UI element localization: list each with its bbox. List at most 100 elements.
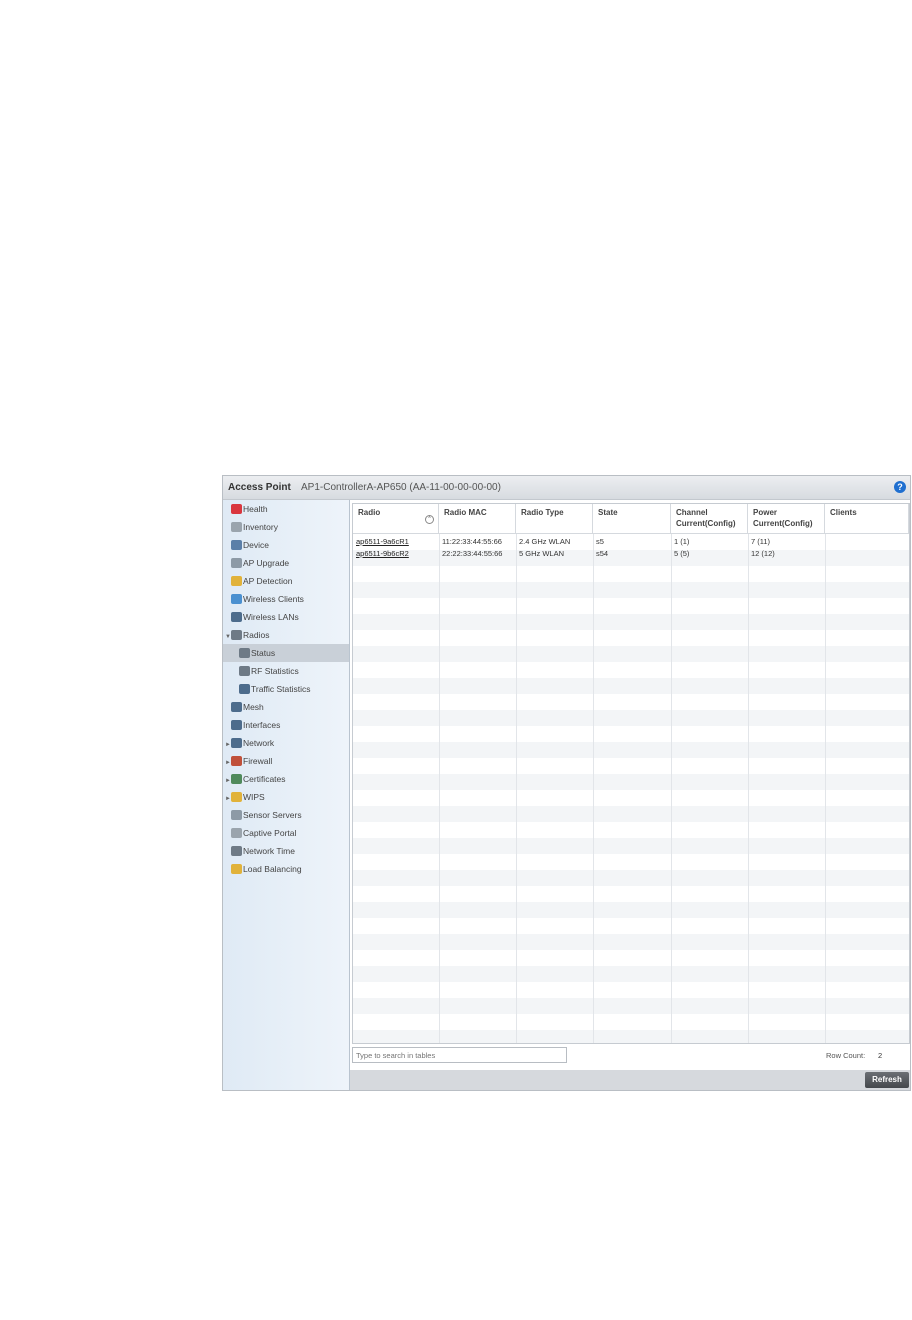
sidebar-item-ap-upgrade[interactable]: AP Upgrade bbox=[223, 554, 347, 572]
column-header-channel[interactable]: Channel Current(Config) bbox=[671, 504, 748, 534]
sidebar-nav: Health Inventory Device AP Upgrade AP Detect… bbox=[223, 500, 350, 1090]
column-header-clients[interactable]: Clients bbox=[825, 504, 909, 534]
column-header-label: Radio Type bbox=[521, 508, 564, 517]
sidebar-item-label: Status bbox=[251, 648, 276, 658]
table-cell: 1 (1) bbox=[674, 537, 690, 546]
sidebar-item-mesh[interactable]: Mesh bbox=[223, 698, 347, 716]
sidebar-item-label: Certificates bbox=[243, 774, 286, 784]
column-divider bbox=[748, 534, 749, 1043]
sidebar-item-label: Wireless Clients bbox=[243, 594, 304, 604]
sidebar-item-label: Mesh bbox=[243, 702, 264, 712]
traffic-statistics-icon bbox=[239, 684, 250, 694]
sidebar-item-network-time[interactable]: Network Time bbox=[223, 842, 347, 860]
column-header-label: Clients bbox=[830, 508, 857, 517]
table-cell: 2.4 GHz WLAN bbox=[519, 537, 571, 546]
radios-icon bbox=[231, 630, 242, 640]
access-point-window: Access Point AP1-ControllerA-AP650 (AA-1… bbox=[222, 475, 911, 1091]
sidebar-item-label: Network bbox=[243, 738, 275, 748]
health-icon bbox=[231, 504, 242, 514]
column-header-radio-mac[interactable]: Radio MAC bbox=[439, 504, 516, 534]
sidebar-item-wireless-clients[interactable]: Wireless Clients bbox=[223, 590, 347, 608]
radio-link[interactable]: ap6511-9b6cR2 bbox=[356, 548, 409, 559]
column-header-power[interactable]: Power Current(Config) bbox=[748, 504, 825, 534]
table-cell: 5 (5) bbox=[674, 549, 690, 558]
table-cell: 7 (11) bbox=[751, 537, 771, 546]
sidebar-item-sensor-servers[interactable]: Sensor Servers bbox=[223, 806, 347, 824]
sidebar-item-label: Health bbox=[243, 504, 268, 514]
page-title: Access Point bbox=[228, 482, 291, 493]
column-divider bbox=[439, 534, 440, 1043]
footer-bar: Refresh bbox=[350, 1070, 910, 1090]
wips-icon bbox=[231, 792, 242, 802]
captive-portal-icon bbox=[231, 828, 242, 838]
sidebar-item-label: Interfaces bbox=[243, 720, 281, 730]
sidebar-item-ap-detection[interactable]: AP Detection bbox=[223, 572, 347, 590]
radio-link[interactable]: ap6511-9a6cR1 bbox=[356, 536, 409, 547]
rf-statistics-icon bbox=[239, 666, 250, 676]
sidebar-item-certificates[interactable]: ► Certificates bbox=[223, 770, 347, 788]
mesh-icon bbox=[231, 702, 242, 712]
sidebar-item-label: Device bbox=[243, 540, 269, 550]
column-header-state[interactable]: State bbox=[593, 504, 671, 534]
title-bar: Access Point AP1-ControllerA-AP650 (AA-1… bbox=[223, 476, 910, 500]
sidebar-item-label: WIPS bbox=[243, 792, 265, 802]
certificates-icon bbox=[231, 774, 242, 784]
firewall-icon bbox=[231, 756, 242, 766]
refresh-button[interactable]: Refresh bbox=[865, 1072, 909, 1088]
device-icon bbox=[231, 540, 242, 550]
sidebar-item-captive-portal[interactable]: Captive Portal bbox=[223, 824, 347, 842]
radio-status-table: Radio ⌃ Radio MAC Radio Type State Channel Cur… bbox=[352, 503, 910, 1044]
sidebar-item-label: Sensor Servers bbox=[243, 810, 302, 820]
column-divider bbox=[593, 534, 594, 1043]
table-cell: s5 bbox=[596, 537, 604, 546]
sidebar-item-label: Firewall bbox=[243, 756, 273, 766]
table-cell: 5 GHz WLAN bbox=[519, 549, 565, 558]
column-divider bbox=[825, 534, 826, 1043]
load-balancing-icon bbox=[231, 864, 242, 874]
row-count-value: 2 bbox=[878, 1051, 883, 1060]
sidebar-item-radios[interactable]: ▼ Radios bbox=[223, 626, 347, 644]
column-header-radio[interactable]: Radio ⌃ bbox=[353, 504, 439, 534]
network-time-icon bbox=[231, 846, 242, 856]
device-name: AP1-ControllerA-AP650 (AA-11-00-00-00-00… bbox=[301, 482, 501, 493]
column-header-label: Channel bbox=[676, 508, 708, 517]
sidebar-item-load-balancing[interactable]: Load Balancing bbox=[223, 860, 347, 878]
column-header-sublabel: Current(Config) bbox=[753, 519, 813, 528]
sidebar-item-network[interactable]: ► Network bbox=[223, 734, 347, 752]
column-divider bbox=[671, 534, 672, 1043]
sidebar-item-inventory[interactable]: Inventory bbox=[223, 518, 347, 536]
search-input[interactable] bbox=[352, 1047, 567, 1063]
sidebar-item-label: Network Time bbox=[243, 846, 295, 856]
sidebar-item-label: AP Upgrade bbox=[243, 558, 290, 568]
sidebar-item-interfaces[interactable]: Interfaces bbox=[223, 716, 347, 734]
sensor-servers-icon bbox=[231, 810, 242, 820]
sidebar-item-label: Captive Portal bbox=[243, 828, 297, 838]
sidebar-item-rf-statistics[interactable]: RF Statistics bbox=[223, 662, 347, 680]
column-header-sublabel: Current(Config) bbox=[676, 519, 736, 528]
sidebar-item-label: Radios bbox=[243, 630, 270, 640]
sidebar-item-label: Inventory bbox=[243, 522, 278, 532]
sidebar-item-status[interactable]: Status bbox=[223, 644, 349, 662]
ap-upgrade-icon bbox=[231, 558, 242, 568]
column-header-radio-type[interactable]: Radio Type bbox=[516, 504, 593, 534]
column-header-label: Radio MAC bbox=[444, 508, 487, 517]
sidebar-item-traffic-statistics[interactable]: Traffic Statistics bbox=[223, 680, 347, 698]
inventory-icon bbox=[231, 522, 242, 532]
sidebar-item-health[interactable]: Health bbox=[223, 500, 347, 518]
sort-ascending-icon[interactable]: ⌃ bbox=[425, 515, 434, 524]
status-icon bbox=[239, 648, 250, 658]
interfaces-icon bbox=[231, 720, 242, 730]
sidebar-item-label: Wireless LANs bbox=[243, 612, 299, 622]
table-cell: 11:22:33:44:55:66 bbox=[442, 537, 502, 546]
sidebar-item-wips[interactable]: ► WIPS bbox=[223, 788, 347, 806]
wireless-clients-icon bbox=[231, 594, 242, 604]
sidebar-item-firewall[interactable]: ► Firewall bbox=[223, 752, 347, 770]
sidebar-item-wireless-lans[interactable]: Wireless LANs bbox=[223, 608, 347, 626]
sidebar-item-device[interactable]: Device bbox=[223, 536, 347, 554]
sidebar-item-label: Load Balancing bbox=[243, 864, 302, 874]
column-divider bbox=[516, 534, 517, 1043]
sidebar-item-label: AP Detection bbox=[243, 576, 293, 586]
network-icon bbox=[231, 738, 242, 748]
column-header-label: State bbox=[598, 508, 618, 517]
help-icon[interactable]: ? bbox=[894, 481, 906, 493]
